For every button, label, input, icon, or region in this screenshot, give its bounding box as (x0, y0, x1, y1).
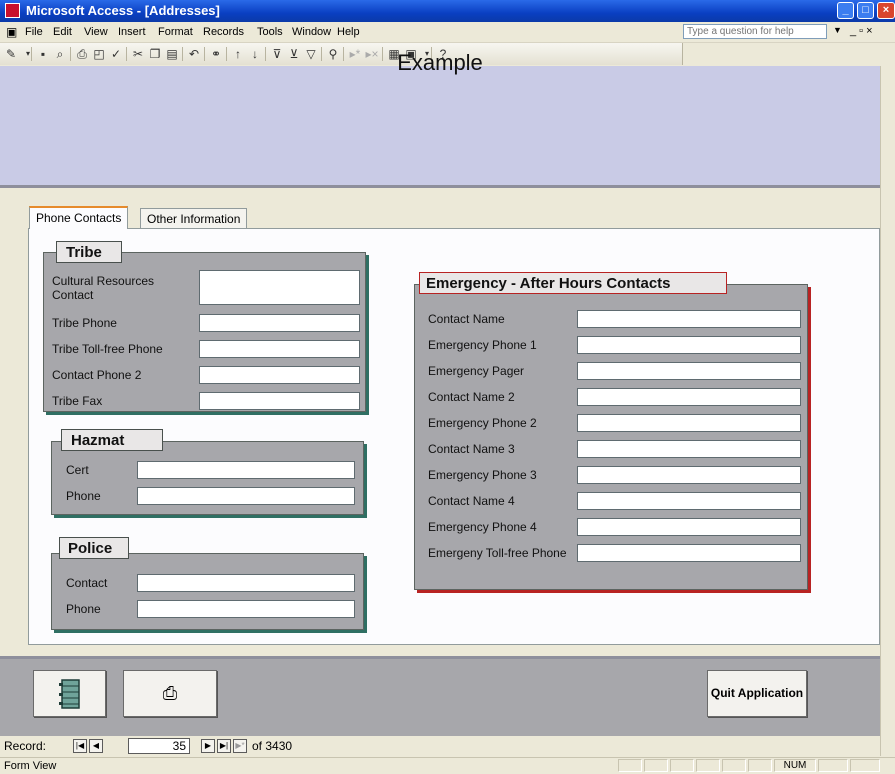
status-cell (748, 759, 772, 772)
form-menu-icon[interactable]: ▣ (6, 25, 17, 39)
status-cell (618, 759, 642, 772)
num-lock-indicator: NUM (774, 759, 816, 772)
record-count: of 3430 (252, 739, 293, 753)
current-record-input[interactable]: 35 (128, 738, 190, 754)
menu-help[interactable]: Help (337, 26, 360, 38)
menu-window[interactable]: Window (292, 26, 331, 38)
document-window-controls[interactable]: _ ▫ × (850, 25, 873, 37)
menu-bar: ▣ File Edit View Insert Format Records T… (0, 22, 895, 43)
emergency-phone-1-label: Emergency Phone 1 (428, 338, 537, 352)
new-record-nav-button[interactable]: ▶* (233, 739, 247, 753)
cultural-resources-contact-field[interactable] (199, 270, 360, 305)
police-phone-field[interactable] (137, 600, 355, 618)
contact-name-2-label: Contact Name 2 (428, 390, 515, 404)
window-edge (880, 66, 895, 756)
police-contact-label: Contact (66, 576, 108, 590)
menu-tools[interactable]: Tools (257, 26, 283, 38)
hazmat-cert-field[interactable] (137, 461, 355, 479)
contact-phone-2-field[interactable] (199, 366, 360, 384)
tab-other-information[interactable]: Other Information (140, 208, 248, 228)
minimize-button[interactable]: _ (837, 2, 854, 19)
status-cell (644, 759, 668, 772)
tribe-group-title: Tribe (56, 241, 122, 263)
first-record-button[interactable]: |◀ (73, 739, 87, 753)
record-label: Record: (4, 739, 47, 753)
status-cell (850, 759, 880, 772)
hazmat-group-title: Hazmat (61, 429, 163, 451)
record-navigation: Record: |◀ ◀ 35 ▶ ▶| ▶* of 3430 (0, 738, 880, 755)
contact-name-4-field[interactable] (577, 492, 801, 510)
tribe-fax-field[interactable] (199, 392, 360, 410)
status-cell (670, 759, 694, 772)
menu-format[interactable]: Format (158, 26, 193, 38)
address-book-button[interactable] (33, 670, 106, 717)
status-cell (696, 759, 720, 772)
emergency-pager-label: Emergency Pager (428, 364, 525, 378)
chevron-down-icon[interactable]: ▼ (833, 25, 843, 39)
cultural-resources-contact-label: Cultural Resources Contact (52, 274, 155, 302)
menu-view[interactable]: View (84, 26, 108, 38)
hazmat-cert-label: Cert (66, 463, 89, 477)
printer-icon: ⎙ (162, 683, 178, 703)
print-button[interactable]: ⎙ (123, 670, 217, 717)
police-group-title: Police (59, 537, 129, 559)
form-header (0, 66, 880, 188)
tribe-fax-label: Tribe Fax (52, 394, 103, 408)
contact-name-3-field[interactable] (577, 440, 801, 458)
notebook-icon (58, 679, 80, 709)
tribe-toll-free-phone-label: Tribe Toll-free Phone (52, 342, 163, 356)
contact-phone-2-label: Contact Phone 2 (52, 368, 142, 382)
emergency-phone-2-label: Emergency Phone 2 (428, 416, 537, 430)
maximize-button[interactable]: □ (857, 2, 874, 19)
contact-name-3-label: Contact Name 3 (428, 442, 515, 456)
menu-insert[interactable]: Insert (118, 26, 146, 38)
police-contact-field[interactable] (137, 574, 355, 592)
status-mode: Form View (4, 760, 57, 772)
status-cell (722, 759, 746, 772)
menu-edit[interactable]: Edit (53, 26, 72, 38)
police-phone-label: Phone (66, 602, 101, 616)
status-bar: Form View NUM (0, 757, 895, 774)
close-button[interactable]: × (877, 2, 895, 19)
emergency-group-title: Emergency - After Hours Contacts (419, 272, 727, 294)
tab-phone-contacts[interactable]: Phone Contacts (29, 206, 129, 229)
contact-name-field[interactable] (577, 310, 801, 328)
tribe-phone-field[interactable] (199, 314, 360, 332)
hazmat-phone-label: Phone (66, 489, 101, 503)
last-record-button[interactable]: ▶| (217, 739, 231, 753)
tribe-toll-free-phone-field[interactable] (199, 340, 360, 358)
emergency-phone-3-field[interactable] (577, 466, 801, 484)
emergency-phone-4-field[interactable] (577, 518, 801, 536)
ask-question-input[interactable] (683, 24, 827, 39)
emergency-toll-free-phone-label: Emergeny Toll-free Phone (428, 546, 567, 560)
hazmat-phone-field[interactable] (137, 487, 355, 505)
emergency-phone-4-label: Emergency Phone 4 (428, 520, 537, 534)
next-record-button[interactable]: ▶ (201, 739, 215, 753)
emergency-phone-1-field[interactable] (577, 336, 801, 354)
emergency-phone-2-field[interactable] (577, 414, 801, 432)
previous-record-button[interactable]: ◀ (89, 739, 103, 753)
contact-name-4-label: Contact Name 4 (428, 494, 515, 508)
emergency-pager-field[interactable] (577, 362, 801, 380)
emergency-phone-3-label: Emergency Phone 3 (428, 468, 537, 482)
status-cell (818, 759, 848, 772)
contact-name-2-field[interactable] (577, 388, 801, 406)
quit-application-button[interactable]: Quit Application (707, 670, 807, 717)
emergency-toll-free-phone-field[interactable] (577, 544, 801, 562)
form-title: Example (397, 50, 483, 75)
menu-file[interactable]: File (25, 26, 43, 38)
access-app-icon[interactable] (5, 3, 20, 18)
window-title: Microsoft Access - [Addresses] (26, 3, 220, 18)
tribe-phone-label: Tribe Phone (52, 316, 117, 330)
menu-records[interactable]: Records (203, 26, 244, 38)
contact-name-label: Contact Name (428, 312, 505, 326)
